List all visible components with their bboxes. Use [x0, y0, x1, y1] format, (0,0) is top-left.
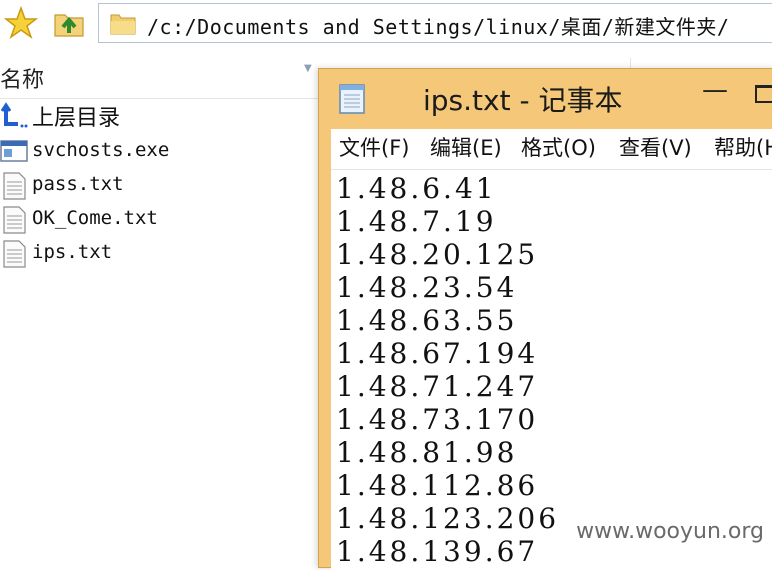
exe-file-icon — [0, 138, 28, 168]
watermark: www.wooyun.org — [576, 519, 764, 544]
list-item-svchosts[interactable]: svchosts.exe — [0, 136, 320, 168]
text-line: 1.48.139.67 — [336, 535, 539, 568]
parent-dir-icon — [0, 102, 28, 134]
text-line: 1.48.112.86 — [336, 469, 539, 502]
menu-file[interactable]: 文件(F) — [339, 132, 409, 162]
text-file-icon — [0, 240, 28, 272]
text-line: 1.48.23.54 — [336, 271, 518, 304]
minimize-button[interactable]: — — [695, 75, 735, 105]
list-item-pass-txt[interactable]: pass.txt — [0, 170, 320, 202]
menu-help[interactable]: 帮助(H) — [714, 132, 772, 162]
text-line: 1.48.20.125 — [336, 238, 539, 271]
maximize-button[interactable] — [755, 85, 772, 103]
notepad-window: ips.txt - 记事本 — 文件(F) 编辑(E) 格式(O) 查看(V) … — [318, 68, 772, 570]
folder-icon — [109, 9, 137, 41]
text-line: 1.48.73.170 — [336, 403, 539, 436]
text-line: 1.48.6.41 — [336, 172, 497, 205]
text-line: 1.48.67.194 — [336, 337, 539, 370]
list-item-ok-come-txt[interactable]: OK_Come.txt — [0, 204, 320, 236]
text-line: 1.48.123.206 — [336, 502, 560, 535]
menu-format[interactable]: 格式(O) — [521, 132, 596, 162]
text-line: 1.48.81.98 — [336, 436, 518, 469]
file-name: svchosts.exe — [32, 139, 170, 161]
list-item-parent-dir[interactable]: 上层目录 — [0, 100, 320, 132]
menu-edit[interactable]: 编辑(E) — [430, 132, 502, 162]
notepad-text-area[interactable]: 1.48.6.41 1.48.7.19 1.48.20.125 1.48.23.… — [331, 169, 772, 570]
file-name: ips.txt — [32, 241, 113, 263]
folder-up-icon[interactable] — [52, 6, 86, 40]
file-name: 上层目录 — [32, 106, 121, 131]
address-bar[interactable]: /c:/Documents and Settings/linux/桌面/新建文件… — [98, 3, 772, 43]
notepad-menu-bar: 文件(F) 编辑(E) 格式(O) 查看(V) 帮助(H) — [331, 129, 772, 169]
address-path: /c:/Documents and Settings/linux/桌面/新建文件… — [147, 15, 730, 39]
text-line: 1.48.7.19 — [336, 205, 497, 238]
list-item-ips-txt[interactable]: ips.txt — [0, 238, 320, 270]
notepad-title-bar[interactable]: ips.txt - 记事本 — — [319, 69, 772, 127]
text-file-icon — [0, 206, 28, 238]
star-icon[interactable] — [3, 5, 39, 40]
notepad-title: ips.txt - 记事本 — [423, 84, 623, 117]
text-line: 1.48.63.55 — [336, 304, 518, 337]
column-name-header[interactable]: 名称 — [0, 62, 44, 94]
notepad-icon — [335, 81, 369, 119]
sort-arrow-icon: ▼ — [304, 63, 312, 74]
file-name: pass.txt — [32, 173, 124, 195]
menu-view[interactable]: 查看(V) — [619, 132, 692, 162]
toolbar: /c:/Documents and Settings/linux/桌面/新建文件… — [0, 0, 772, 48]
text-file-icon — [0, 172, 28, 204]
file-name: OK_Come.txt — [32, 207, 158, 229]
text-line: 1.48.71.247 — [336, 370, 539, 403]
